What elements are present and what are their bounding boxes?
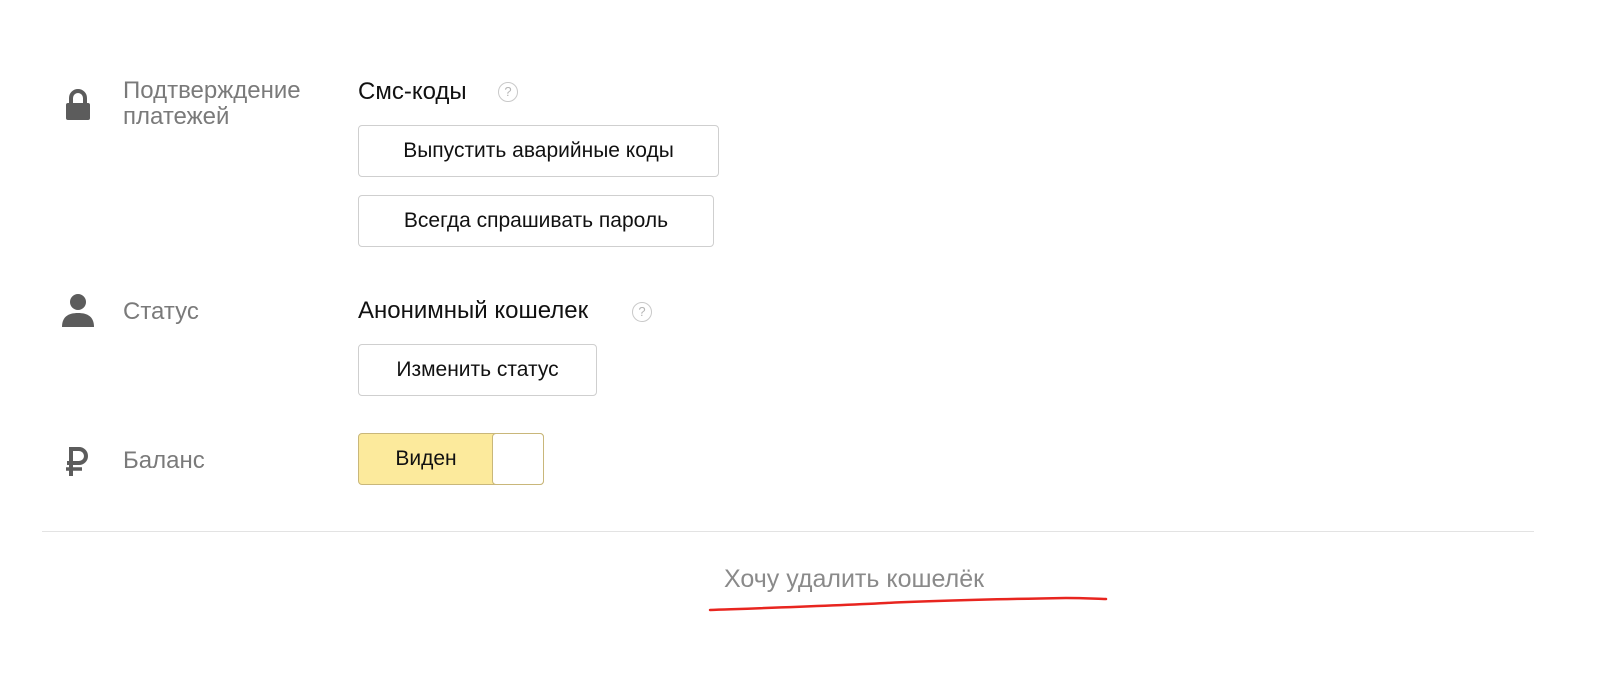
lock-icon bbox=[66, 89, 90, 120]
help-icon[interactable]: ? bbox=[632, 302, 652, 322]
payment-confirmation-label-line2: платежей bbox=[123, 103, 230, 130]
status-label: Статус bbox=[123, 298, 199, 325]
toggle-label: Виден bbox=[395, 447, 457, 470]
emergency-codes-button[interactable]: Выпустить аварийные коды bbox=[358, 125, 719, 177]
payment-confirmation-label-line1: Подтверждение bbox=[123, 77, 301, 104]
change-status-button[interactable]: Изменить статус bbox=[358, 344, 597, 396]
balance-label: Баланс bbox=[123, 447, 205, 474]
user-icon bbox=[62, 294, 94, 327]
divider bbox=[42, 531, 1534, 532]
balance-visibility-toggle[interactable]: Виден bbox=[358, 433, 544, 485]
ruble-icon bbox=[66, 447, 88, 476]
payment-confirmation-label: Подтверждение платежей bbox=[123, 78, 301, 130]
toggle-knob[interactable] bbox=[492, 433, 544, 485]
annotation-underline bbox=[708, 596, 1108, 612]
always-ask-password-button[interactable]: Всегда спрашивать пароль bbox=[358, 195, 714, 247]
status-value: Анонимный кошелек bbox=[358, 297, 589, 324]
help-icon[interactable]: ? bbox=[498, 82, 518, 102]
payment-confirmation-value: Смс-коды bbox=[358, 78, 467, 105]
